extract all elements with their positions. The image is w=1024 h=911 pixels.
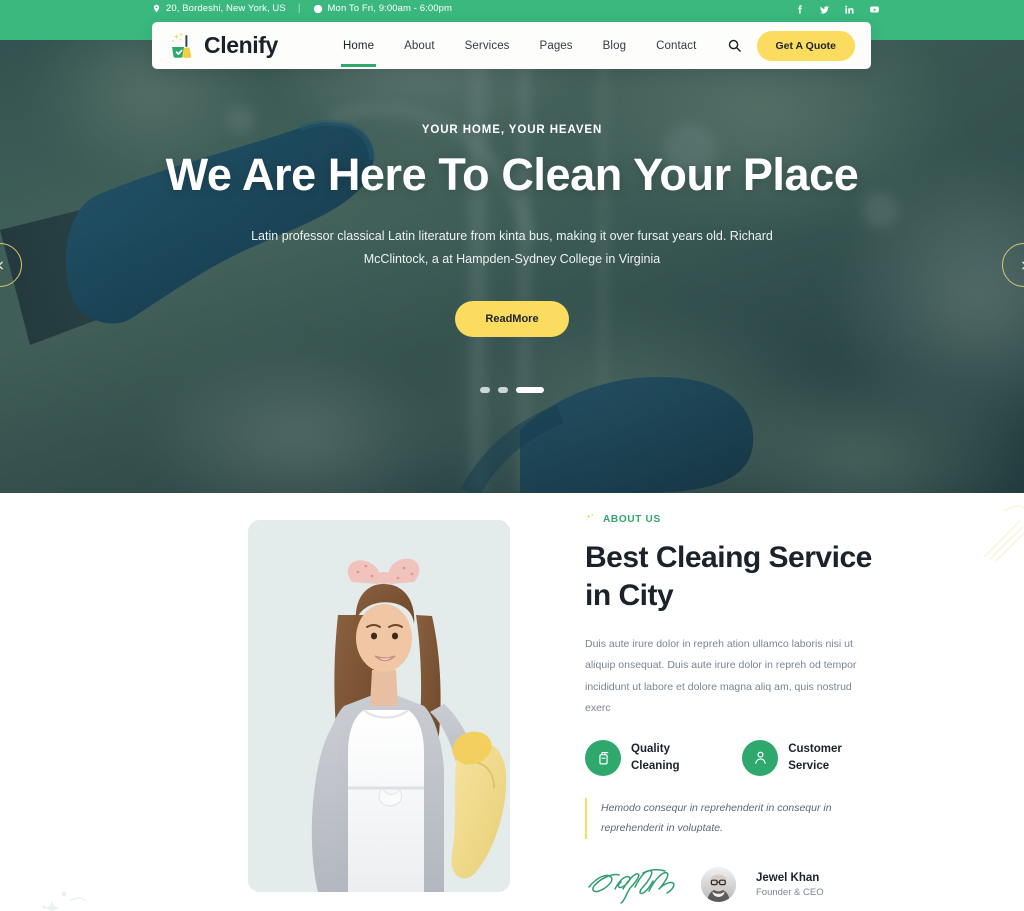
feature-customer-service: Customer Service — [742, 739, 877, 776]
about-paragraph: Duis aute irure dolor in repreh ation ul… — [585, 637, 857, 715]
slider-dot-1[interactable] — [480, 386, 490, 393]
cleaner-woman-photo — [248, 520, 510, 892]
about-author: Jewel Khan Founder & CEO — [585, 865, 877, 905]
brand-logo[interactable]: Clenify — [168, 31, 326, 61]
get-a-quote-button[interactable]: Get A Quote — [756, 30, 855, 61]
feature-label-customer-service: Customer Service — [788, 742, 842, 772]
author-name: Jewel Khan — [756, 871, 820, 884]
avatar — [701, 867, 736, 903]
hero-content: YOUR HOME, YOUR HEAVEN We Are Here To Cl… — [0, 0, 1024, 493]
nav-actions: Get A Quote — [726, 30, 855, 61]
nav-item-contact[interactable]: Contact — [641, 25, 711, 67]
author-role: Founder & CEO — [756, 886, 824, 898]
author-info: Jewel Khan Founder & CEO — [756, 872, 824, 898]
user-support-icon — [742, 739, 779, 776]
hero-subtitle: Latin professor classical Latin literatu… — [251, 228, 773, 266]
about-heading: Best Cleaing Service in City — [585, 541, 872, 612]
about-features: Quality Cleaning Customer Service — [585, 739, 877, 776]
hero-slider: YOUR HOME, YOUR HEAVEN We Are Here To Cl… — [0, 0, 1024, 493]
feature-quality-cleaning: Quality Cleaning — [585, 739, 713, 776]
hero-slider-dots[interactable] — [480, 386, 544, 393]
hero-readmore-button[interactable]: ReadMore — [455, 300, 569, 337]
nav-item-blog[interactable]: Blog — [588, 25, 641, 67]
nav-menu: Home About Services Pages Blog Contact — [328, 25, 711, 67]
avatar-photo — [701, 867, 736, 903]
decorative-leaf-top-right — [983, 505, 1024, 562]
landing-page: YOUR HOME, YOUR HEAVEN We Are Here To Cl… — [0, 0, 1024, 911]
nav-item-pages[interactable]: Pages — [525, 25, 588, 67]
about-text-column: ABOUT US Best Cleaing Service in City Du… — [585, 513, 877, 905]
bucket-broom-icon — [172, 32, 192, 58]
about-main-image — [248, 520, 510, 892]
search-icon[interactable] — [726, 37, 743, 54]
about-eyebrow-text: ABOUT US — [603, 514, 661, 525]
hero-eyebrow: YOUR HOME, YOUR HEAVEN — [421, 124, 603, 136]
nav-item-about[interactable]: About — [389, 25, 450, 67]
sparkle-icon — [586, 514, 594, 521]
decorative-sparkle-bottom-left — [42, 891, 87, 911]
about-quote-text: Hemodo consequr in reprehenderit in cons… — [601, 801, 832, 835]
slider-dot-3[interactable] — [516, 386, 544, 393]
slider-dot-2[interactable] — [498, 386, 508, 393]
about-section: ABOUT US Best Cleaing Service in City Du… — [0, 493, 1024, 911]
spray-bottle-icon — [585, 739, 621, 776]
clenify-logo-icon — [168, 31, 198, 61]
chevron-left-icon — [0, 261, 3, 269]
nav-item-services[interactable]: Services — [450, 25, 525, 67]
about-quote: Hemodo consequr in reprehenderit in cons… — [585, 797, 877, 839]
about-eyebrow: ABOUT US — [585, 513, 877, 526]
brand-name: Clenify — [204, 32, 278, 58]
chevron-right-icon — [1021, 261, 1024, 269]
signature-icon — [588, 868, 675, 904]
feature-label-quality-cleaning: Quality Cleaning — [631, 742, 680, 772]
nav-item-home[interactable]: Home — [328, 25, 389, 67]
main-navbar: Clenify Home About Services Pages Blog C… — [152, 22, 871, 69]
hero-title: We Are Here To Clean Your Place — [165, 149, 859, 200]
